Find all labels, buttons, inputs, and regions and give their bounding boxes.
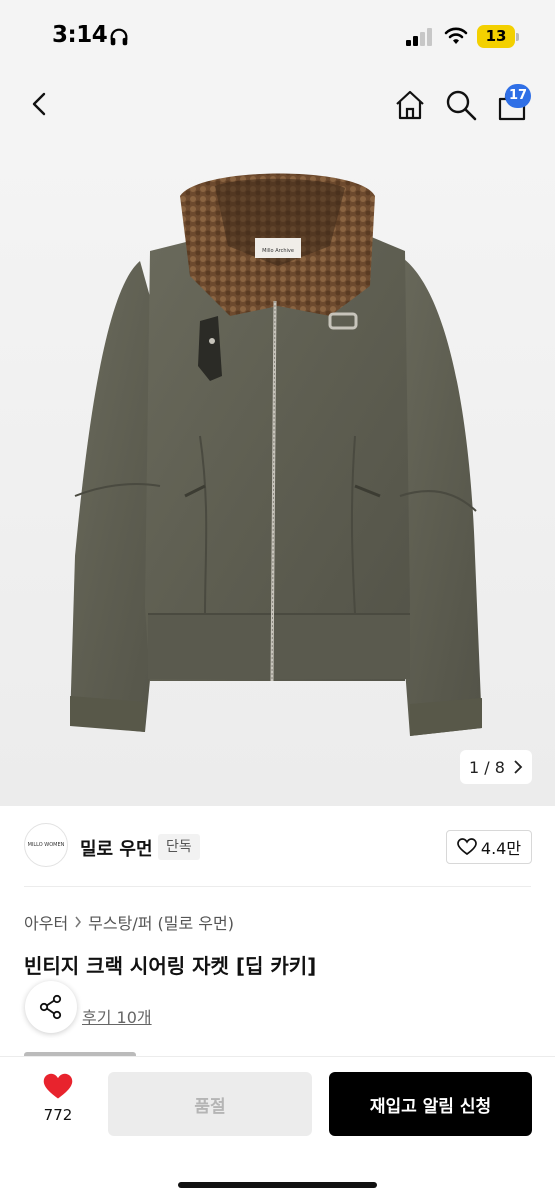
wifi-icon [444,27,468,44]
product-image[interactable]: Millo Archive [0,136,555,806]
review-link[interactable]: 후기 10개 [82,1004,152,1028]
brand-logo-text: MILLO WOMEN [27,842,65,848]
brand-like-count: 4.4만 [480,839,522,858]
battery-icon: 13 [477,25,519,48]
restock-notify-button[interactable]: 재입고 알림 신청 [329,1072,532,1136]
signal-icon [406,28,432,46]
brand-like-button[interactable]: 4.4만 [446,830,532,864]
wishlist-button[interactable]: 772 [28,1073,88,1137]
sold-out-button: 품절 [108,1072,312,1136]
exclusive-badge: 단독 [158,834,200,860]
chevron-right-icon [75,916,82,928]
heart-outline-icon [457,838,477,856]
brand-name[interactable]: 밀로 우먼 [80,835,153,861]
breadcrumb-category[interactable]: 아우터 [24,910,68,934]
app-header: 17 [0,74,555,136]
share-button[interactable] [25,981,77,1033]
product-title: 빈티지 크랙 시어링 자켓 [딥 카키] [24,954,317,978]
headphone-icon [110,28,128,46]
status-time: 3:14 [52,22,108,48]
garment-label: Millo Archive [262,248,294,254]
jacket-illustration: Millo Archive [70,173,482,736]
divider [24,886,531,887]
breadcrumb-subcategory[interactable]: 무스탕/퍼 (밀로 우먼) [88,910,234,934]
brand-logo[interactable]: MILLO WOMEN [24,823,68,867]
breadcrumb: 아우터 무스탕/퍼 (밀로 우먼) [24,910,234,934]
cart-count-badge: 17 [505,84,531,108]
home-indicator[interactable] [178,1182,377,1188]
back-icon[interactable] [22,86,58,122]
status-bar: 3:14 13 [0,0,555,74]
brand-row: MILLO WOMEN 밀로 우먼 단독 4.4만 [0,806,555,887]
battery-tip [516,33,519,41]
search-icon[interactable] [443,87,479,123]
home-icon[interactable] [392,87,428,123]
heart-filled-icon [43,1073,73,1099]
wishlist-count: 772 [43,1106,73,1124]
image-counter[interactable]: 1 / 8 [460,750,532,784]
bottom-action-bar: 772 품절 재입고 알림 신청 [0,1056,555,1200]
share-icon [39,994,62,1020]
battery-level: 13 [485,27,507,45]
image-counter-text: 1 / 8 [469,757,505,777]
chevron-right-icon [514,760,523,774]
